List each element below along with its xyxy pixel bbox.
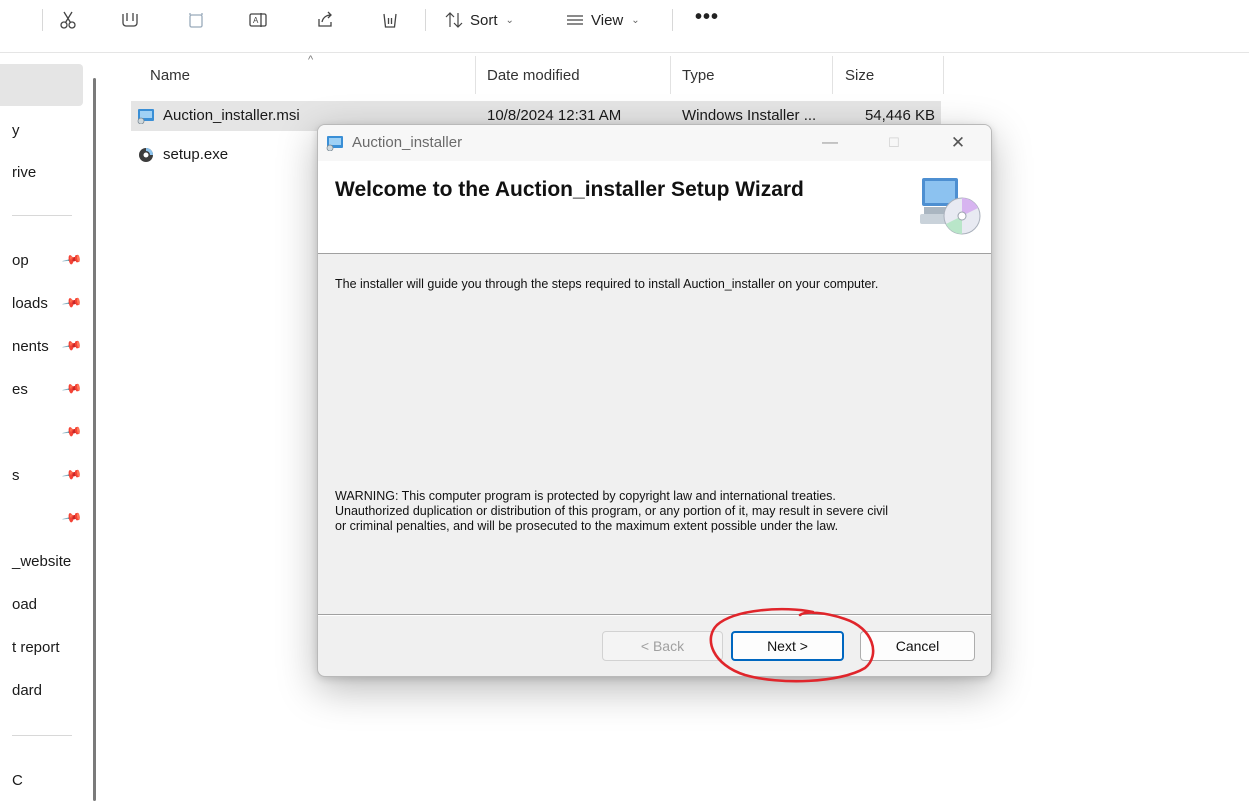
file-name: setup.exe [163,146,229,163]
nav-selected-item[interactable] [0,64,83,106]
share-icon[interactable] [313,8,337,32]
computer-cd-icon [920,178,981,235]
sort-label: Sort [470,11,498,29]
sort-button[interactable]: Sort ⌄ [444,8,514,32]
nav-item[interactable]: oad [12,596,37,613]
column-divider[interactable] [475,56,476,94]
view-icon [567,15,583,25]
dialog-separator [318,614,991,616]
close-button[interactable]: ✕ [935,125,981,161]
dialog-titlebar[interactable]: Auction_installer — ☐ ✕ [318,125,991,161]
column-header-name[interactable]: Name [150,56,190,94]
nav-item[interactable]: _website [12,553,71,570]
toolbar-divider [425,9,426,31]
dialog-banner: Welcome to the Auction_installer Setup W… [318,161,991,254]
toolbar-bottom-border [0,52,1249,53]
cancel-button[interactable]: Cancel [860,631,975,661]
pin-icon: 📌 [61,291,84,314]
paste-icon[interactable] [184,8,208,32]
column-header-date[interactable]: Date modified [487,56,580,94]
next-button[interactable]: Next > [731,631,844,661]
nav-item-pinned[interactable]: s [12,467,20,484]
copy-icon[interactable] [118,8,142,32]
dialog-title: Auction_installer [352,134,463,151]
sort-icon [445,12,463,28]
column-divider[interactable] [943,56,944,94]
view-label: View [591,11,624,29]
nav-item-pinned[interactable]: loads [12,295,48,312]
delete-icon[interactable] [378,8,402,32]
setup-exe-icon [139,148,153,162]
nav-divider [12,735,72,736]
pin-icon: 📌 [61,334,84,357]
column-header-type[interactable]: Type [682,56,715,94]
navigation-pane: y rive op 📌 loads 📌 nents 📌 es 📌 📌 s 📌 📌… [0,54,94,801]
toolbar-divider [672,9,673,31]
wizard-heading: Welcome to the Auction_installer Setup W… [335,178,804,201]
nav-item[interactable]: rive [12,164,36,181]
back-button: < Back [602,631,723,661]
warning-line: or criminal penalties, and will be prose… [335,519,839,533]
intro-text: The installer will guide you through the… [335,277,879,291]
pin-icon: 📌 [61,463,84,486]
nav-item-pinned[interactable]: op [12,252,29,269]
nav-item[interactable]: dard [12,682,42,699]
more-options-button[interactable]: ••• [695,6,719,29]
installer-app-icon [326,136,343,151]
nav-item-pinned[interactable]: es [12,381,28,398]
pin-icon: 📌 [61,506,84,529]
warning-line: WARNING: This computer program is protec… [335,489,836,503]
cut-icon[interactable] [56,8,80,32]
nav-item-pinned[interactable]: nents [12,338,49,355]
command-bar: A Sort ⌄ View ⌄ ••• [0,0,1249,40]
column-divider[interactable] [832,56,833,94]
nav-item[interactable]: t report [12,639,60,656]
pin-icon: 📌 [61,377,84,400]
nav-item[interactable]: C [12,772,23,789]
chevron-down-icon: ⌄ [505,14,514,26]
sort-ascending-icon: ^ [308,54,314,66]
nav-scrollbar[interactable] [93,78,96,801]
column-divider[interactable] [670,56,671,94]
nav-divider [12,215,72,216]
pin-icon: 📌 [61,248,84,271]
installer-dialog: Auction_installer — ☐ ✕ Welcome to the A… [317,124,992,677]
pin-icon: 📌 [61,420,84,443]
column-header-size[interactable]: Size [845,56,874,94]
toolbar-divider [42,9,43,31]
view-button[interactable]: View ⌄ [565,8,640,32]
minimize-button[interactable]: — [807,125,853,161]
warning-line: Unauthorized duplication or distribution… [335,504,889,518]
rename-icon[interactable]: A [246,8,270,32]
maximize-button: ☐ [888,135,900,150]
svg-text:A: A [253,16,259,25]
chevron-down-icon: ⌄ [631,14,640,26]
msi-file-icon [137,109,154,124]
nav-item[interactable]: y [12,122,20,139]
